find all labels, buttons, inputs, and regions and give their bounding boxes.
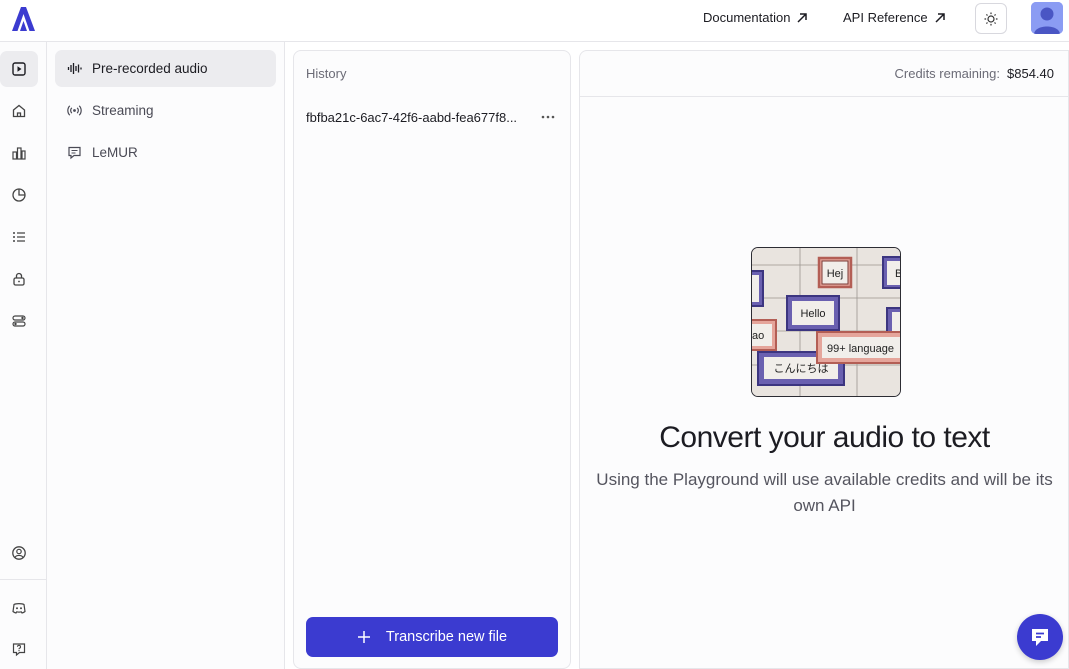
plus-icon [357,631,370,643]
rail-account-button[interactable] [0,535,38,571]
pie-chart-icon [12,188,26,202]
transcribe-new-file-button[interactable]: Transcribe new file [306,617,558,657]
transcribe-label: Transcribe new file [385,629,508,645]
hero-title: Convert your audio to text [659,421,990,454]
arrow-up-right-icon [935,12,945,23]
illustration-label-ao: ao [752,330,764,342]
illustration-label-hello: Hello [800,308,825,320]
account-icon [12,546,26,560]
rail-discord-button[interactable] [0,590,38,626]
illustration-label-languages: 99+ language [827,343,894,355]
main-panel: Credits remaining: $854.40 Hej B Hello a… [579,50,1069,669]
subnav-item-lemur[interactable]: LeMUR [55,134,276,171]
chat-icon [68,146,81,160]
subnav-item-streaming[interactable]: Streaming [55,92,276,129]
arrow-up-right-icon [797,12,808,23]
history-item-label: fbfba21c-6ac7-42f6-aabd-fea677f8... [306,109,518,125]
more-horizontal-icon [541,115,555,119]
rail-playground-button[interactable] [0,51,38,87]
user-avatar-icon [1031,2,1063,34]
icon-rail [0,42,47,669]
subnav-item-label: LeMUR [92,145,138,160]
discord-icon [12,603,26,614]
documentation-label: Documentation [703,10,791,25]
credits-remaining: Credits remaining: $854.40 [895,66,1055,81]
history-item[interactable]: fbfba21c-6ac7-42f6-aabd-fea677f8... [294,103,570,131]
hero-subtitle: Using the Playground will use available … [596,470,1053,515]
subnav-item-pre-recorded-audio[interactable]: Pre-recorded audio [55,50,276,87]
more-options-button[interactable] [539,109,557,125]
rail-help-button[interactable] [0,631,38,667]
assemblyai-logo-icon[interactable] [9,6,37,32]
toggles-icon [12,315,26,327]
main-header: Credits remaining: $854.40 [580,51,1069,97]
broadcast-icon [67,105,82,116]
rail-usage-button[interactable] [0,135,38,171]
help-icon [12,643,26,657]
rail-analytics-button[interactable] [0,177,38,213]
rail-logs-button[interactable] [0,219,38,255]
rail-home-button[interactable] [0,93,38,129]
lock-icon [13,272,25,286]
rail-api-keys-button[interactable] [0,261,38,297]
rail-divider [0,579,47,580]
rail-settings-button[interactable] [0,303,38,339]
subnav-item-label: Streaming [92,103,154,118]
illustration-label-b: B [895,268,901,280]
chat-bubble-icon [1032,629,1048,646]
api-reference-label: API Reference [843,10,928,25]
bar-chart-icon [12,147,26,160]
user-avatar[interactable] [1031,2,1063,34]
support-chat-button[interactable] [1017,614,1063,660]
theme-toggle-button[interactable] [975,3,1007,34]
home-icon [12,104,26,118]
history-title: History [306,66,347,81]
waveform-icon [67,63,82,74]
list-icon [13,232,25,242]
documentation-link[interactable]: Documentation [703,10,808,25]
playground-subnav: Pre-recorded audio Streaming LeMUR [47,42,285,669]
illustration-label-hej: Hej [827,268,844,280]
languages-illustration: Hej B Hello ao こんにちは 99+ language [751,247,901,397]
playground-icon [12,62,26,76]
subnav-item-label: Pre-recorded audio [92,61,208,76]
credits-label: Credits remaining: [894,66,1001,81]
api-reference-link[interactable]: API Reference [843,10,946,25]
credits-value: $854.40 [1007,66,1054,81]
top-bar: Documentation API Reference [0,0,1069,42]
sun-icon [984,12,998,25]
history-panel: History fbfba21c-6ac7-42f6-aabd-fea677f8… [293,50,571,669]
languages-illustration-graphic: Hej B Hello ao こんにちは 99+ language [752,248,901,396]
